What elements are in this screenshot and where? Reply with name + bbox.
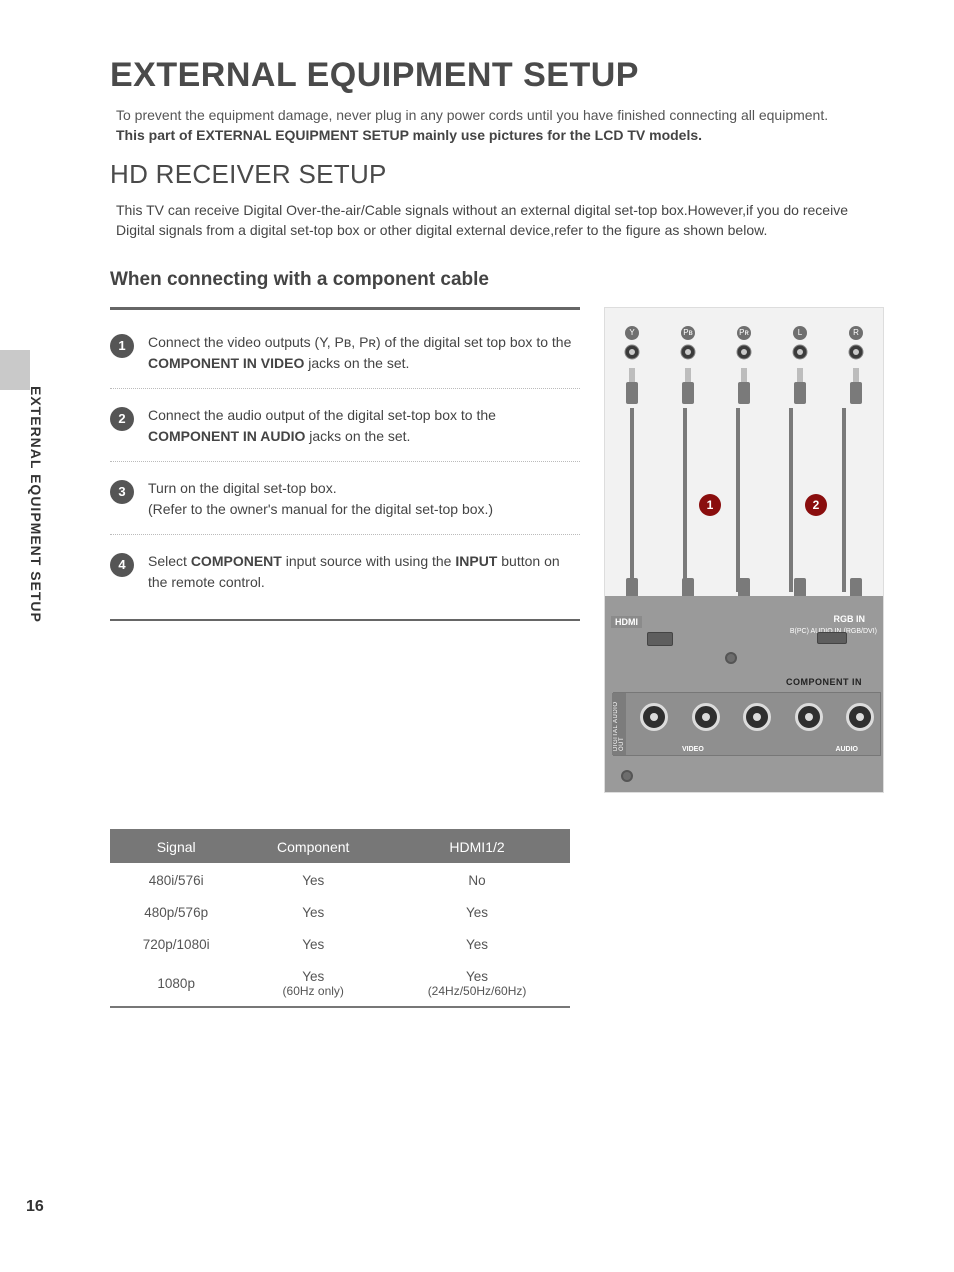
diagram-column: Y Pʙ Pʀ L R (604, 307, 884, 793)
rca-pr-icon (743, 703, 771, 731)
digital-audio-out-label: DIGITAL AUDIO OUT (612, 693, 626, 755)
step-bullet-3: 3 (110, 480, 134, 504)
table-header-hdmi: HDMI1/2 (384, 830, 570, 864)
intro-line-2: This part of EXTERNAL EQUIPMENT SETUP ma… (116, 127, 884, 143)
component-in-label: COMPONENT IN (786, 677, 862, 687)
panel-label-hdmi: HDMI (611, 616, 642, 628)
round-port-icon (725, 652, 737, 664)
step-text-2: Connect the audio output of the digital … (148, 405, 580, 447)
strip-label-video: VIDEO (682, 746, 704, 753)
rca-l-icon (795, 703, 823, 731)
connection-diagram: Y Pʙ Pʀ L R (604, 307, 884, 793)
section-title: HD RECEIVER SETUP (110, 159, 884, 190)
plug-icon (735, 368, 753, 408)
rca-y-icon (640, 703, 668, 731)
table-cell: 720p/1080i (110, 928, 242, 960)
table-cell: Yes (242, 896, 384, 928)
plug-icon (623, 368, 641, 408)
table-header-component: Component (242, 830, 384, 864)
panel-label-rgb: RGB IN (834, 614, 866, 624)
rgb-port-icon (817, 632, 847, 644)
signal-compat-table: Signal Component HDMI1/2 480i/576iYesNo4… (110, 829, 570, 1008)
round-port-icon (621, 770, 633, 782)
table-header-signal: Signal (110, 830, 242, 864)
step-2: 2 Connect the audio output of the digita… (110, 388, 580, 461)
bundle-label-1: 1 (699, 494, 721, 516)
rca-pb-icon (692, 703, 720, 731)
step-3: 3 Turn on the digital set-top box.(Refer… (110, 461, 580, 534)
step-text-1: Connect the video outputs (Y, Pʙ, Pʀ) of… (148, 332, 580, 374)
step-text-4: Select COMPONENT input source with using… (148, 551, 580, 593)
table-cell: Yes (242, 928, 384, 960)
step-text-3: Turn on the digital set-top box.(Refer t… (148, 478, 493, 520)
cable (789, 408, 793, 592)
table-cell: No (384, 864, 570, 897)
table-row: 720p/1080iYesYes (110, 928, 570, 960)
step-bullet-4: 4 (110, 553, 134, 577)
page: EXTERNAL EQUIPMENT SETUP 16 EXTERNAL EQU… (0, 0, 954, 1272)
table-cell: Yes (242, 864, 384, 897)
cable-area: 1 2 (623, 408, 865, 592)
table-row: 1080pYes(60Hz only)Yes(24Hz/50Hz/60Hz) (110, 960, 570, 1007)
table-row: 480p/576pYesYes (110, 896, 570, 928)
bundle-label-2: 2 (805, 494, 827, 516)
cable (630, 408, 634, 592)
rca-r-icon (846, 703, 874, 731)
table-cell: 1080p (110, 960, 242, 1007)
side-tab (0, 350, 30, 390)
table-row: 480i/576iYesNo (110, 864, 570, 897)
page-title: EXTERNAL EQUIPMENT SETUP (110, 56, 884, 95)
steps-bottom-rule (110, 619, 580, 621)
table-body: 480i/576iYesNo480p/576pYesYes720p/1080iY… (110, 864, 570, 1007)
intro-line-1: To prevent the equipment damage, never p… (116, 107, 884, 123)
cable (736, 408, 740, 592)
table-cell: Yes (384, 896, 570, 928)
hdmi-port-icon (647, 632, 673, 646)
steps-column: 1 Connect the video outputs (Y, Pʙ, Pʀ) … (110, 307, 580, 621)
steps-and-diagram: 1 Connect the video outputs (Y, Pʙ, Pʀ) … (110, 307, 884, 793)
plug-icon (791, 368, 809, 408)
plug-icon (847, 368, 865, 408)
strip-label-audio: AUDIO (835, 746, 858, 753)
table-cell: 480i/576i (110, 864, 242, 897)
cable (683, 408, 687, 592)
table-cell: 480p/576p (110, 896, 242, 928)
rca-row (640, 703, 874, 731)
table-cell: Yes(60Hz only) (242, 960, 384, 1007)
step-bullet-1: 1 (110, 334, 134, 358)
top-plug-row (623, 368, 865, 408)
component-in-strip: COMPONENT IN DIGITAL AUDIO OUT VIDEO AUD… (613, 692, 881, 756)
table-cell: Yes(24Hz/50Hz/60Hz) (384, 960, 570, 1007)
cable (842, 408, 846, 592)
step-4: 4 Select COMPONENT input source with usi… (110, 534, 580, 607)
side-section-label: EXTERNAL EQUIPMENT SETUP (28, 386, 44, 623)
page-number: 16 (26, 1198, 44, 1216)
step-1: 1 Connect the video outputs (Y, Pʙ, Pʀ) … (110, 326, 580, 388)
subsection-title: When connecting with a component cable (110, 269, 884, 291)
table-cell: Yes (384, 928, 570, 960)
step-bullet-2: 2 (110, 407, 134, 431)
steps-top-rule (110, 307, 580, 310)
tv-rear-panel: HDMI RGB IN B(PC) AUDIO IN (RGB/DVI) COM… (605, 596, 883, 792)
plug-icon (679, 368, 697, 408)
section-intro: This TV can receive Digital Over-the-air… (116, 200, 876, 241)
